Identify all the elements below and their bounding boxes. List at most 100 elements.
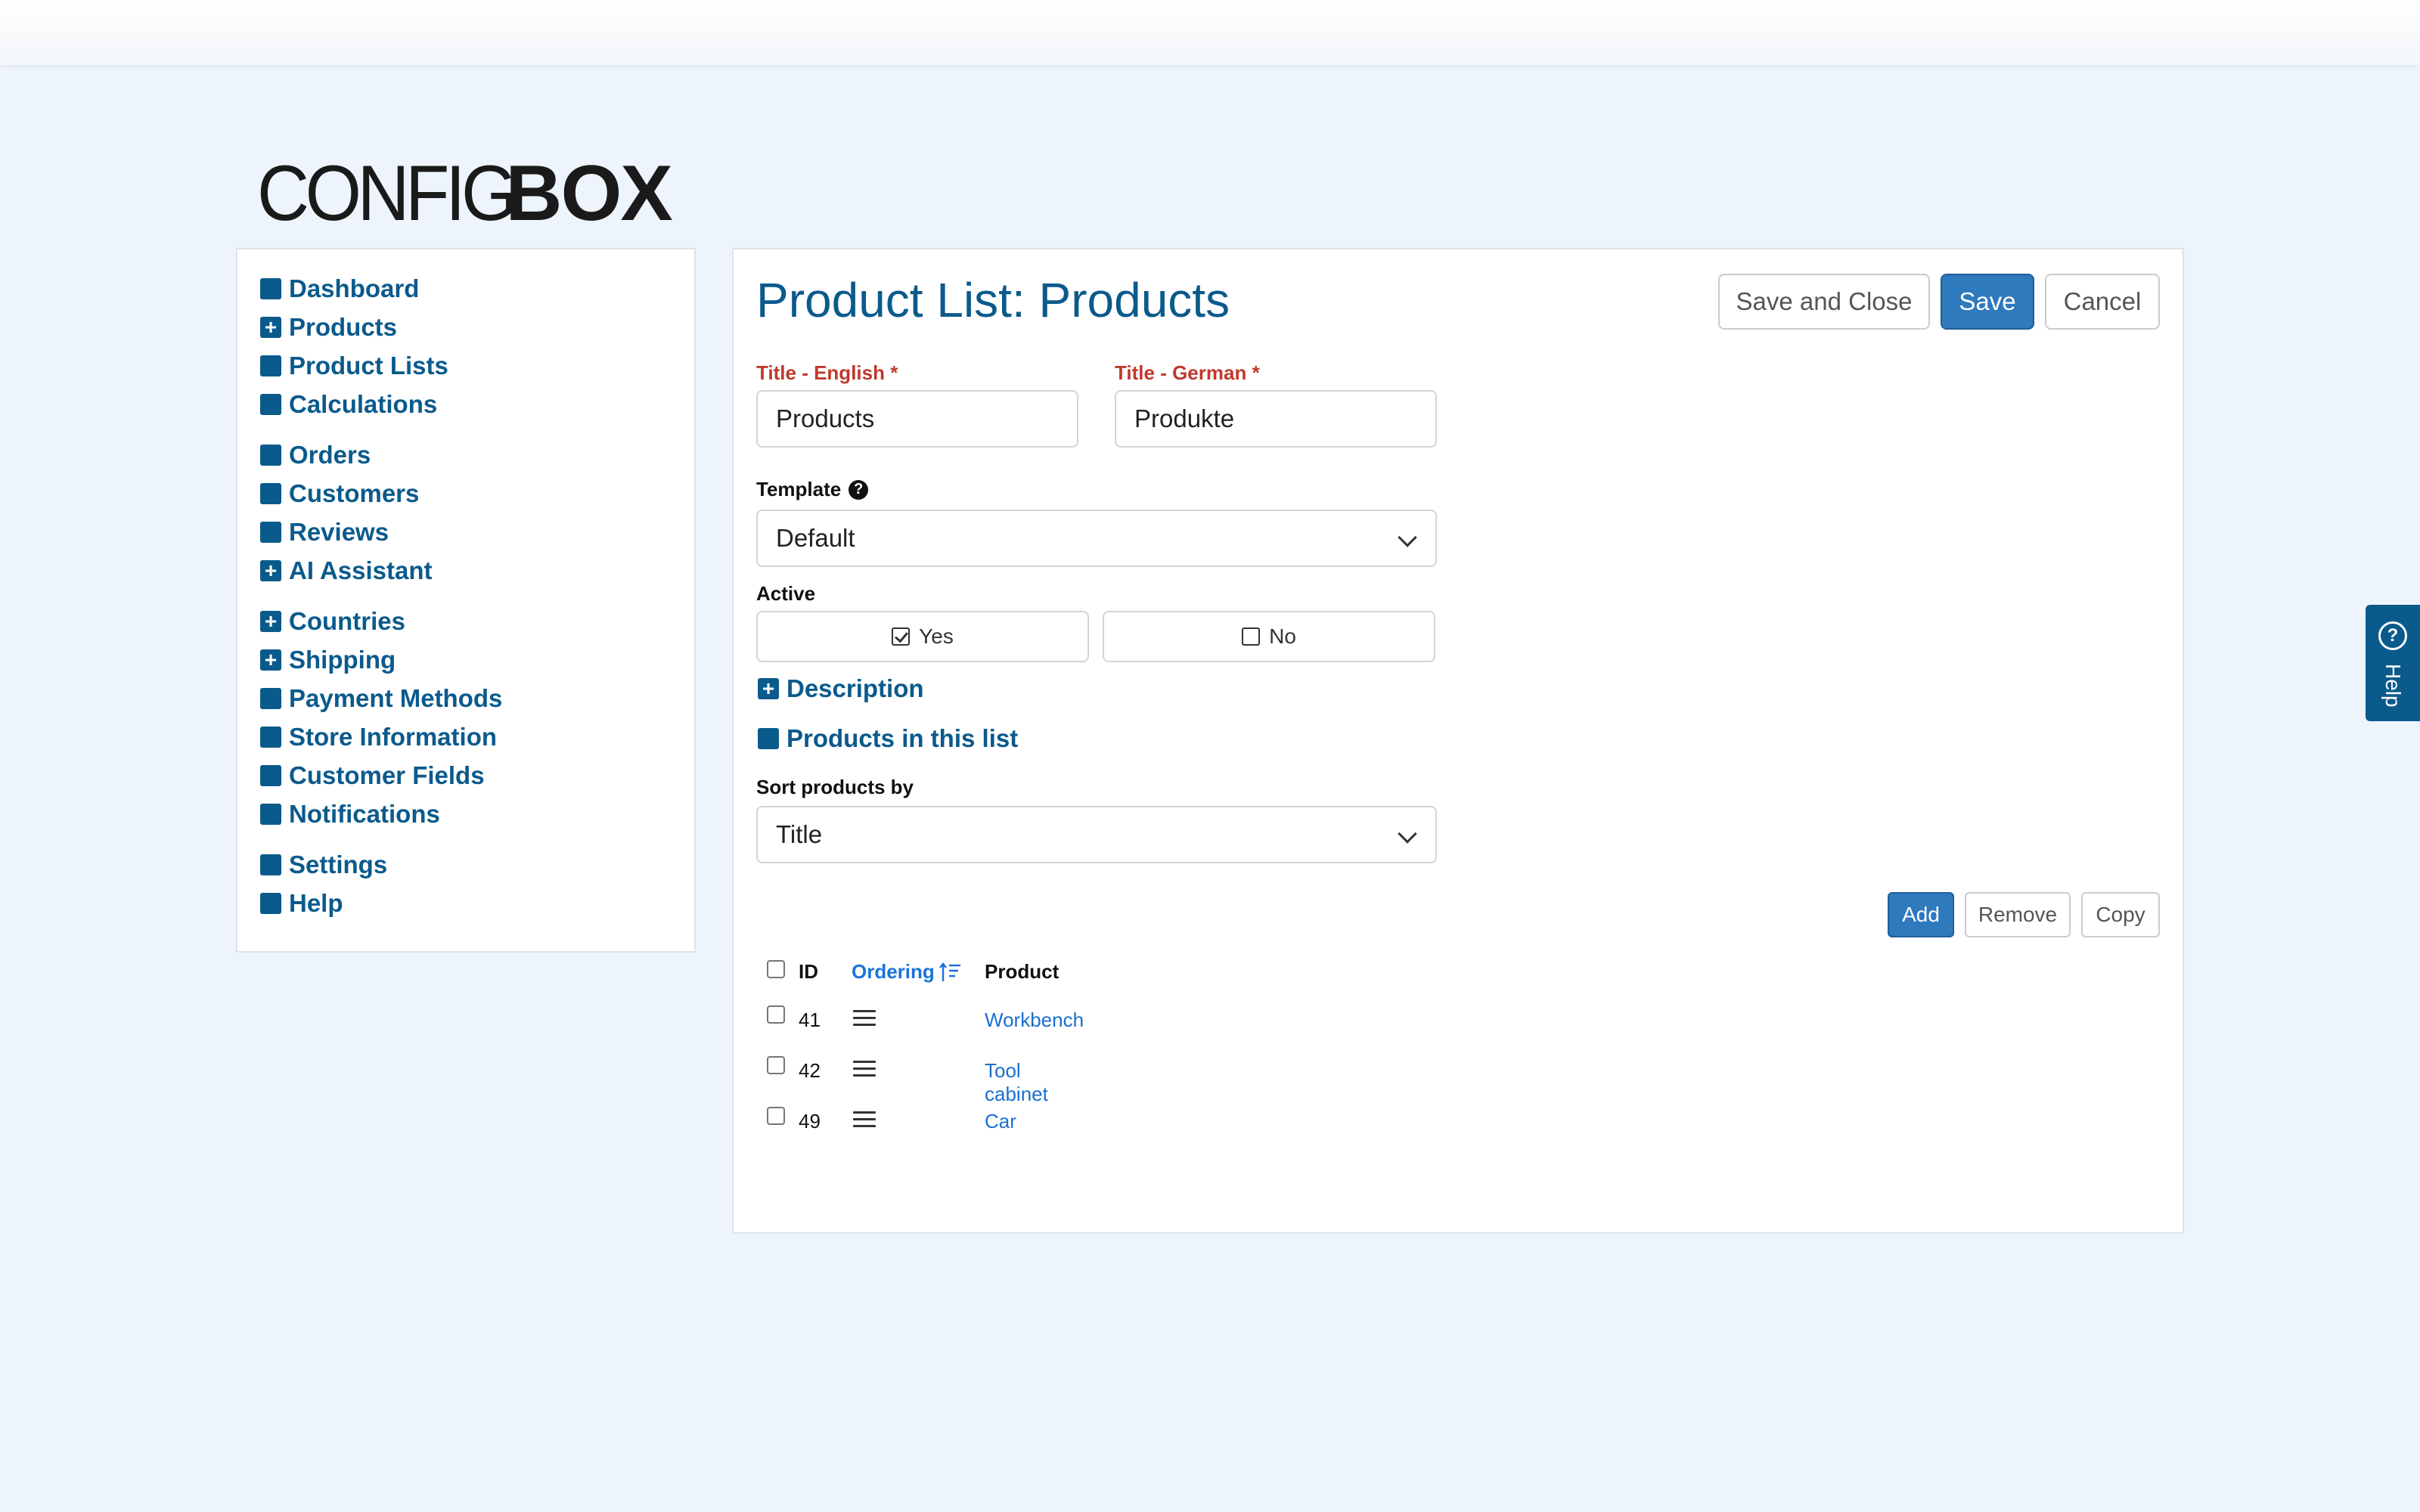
- ordering-column-header[interactable]: Ordering: [852, 960, 962, 984]
- sidebar-item-notifications[interactable]: Notifications: [237, 795, 694, 833]
- square-icon: [260, 854, 281, 875]
- sidebar-item-shipping[interactable]: + Shipping: [237, 640, 694, 679]
- sidebar-item-label: Products: [289, 312, 398, 341]
- template-label: Template ?: [756, 478, 869, 501]
- remove-product-button[interactable]: Remove: [1965, 892, 2071, 937]
- row-product-link[interactable]: Workbench: [985, 1009, 1084, 1032]
- plus-expand-icon: +: [260, 559, 281, 581]
- row-id: 49: [799, 1110, 821, 1132]
- sidebar-item-store-information[interactable]: Store Information: [237, 717, 694, 756]
- drag-handle-icon[interactable]: [853, 1010, 876, 1027]
- square-icon: [260, 277, 281, 299]
- sidebar-item-label: AI Assistant: [289, 556, 433, 584]
- sidebar-group: + Countries + Shipping Payment Methods Store …: [237, 590, 694, 833]
- copy-product-button[interactable]: Copy: [2081, 892, 2160, 937]
- sidebar-item-product-lists[interactable]: Product Lists: [237, 346, 694, 385]
- help-circle-icon: ?: [2378, 621, 2407, 650]
- square-icon: [260, 393, 281, 415]
- page-title: Product List: Products: [756, 273, 1230, 327]
- help-side-tab[interactable]: ? Help: [2366, 605, 2420, 721]
- top-bar: [0, 0, 2420, 65]
- configbox-logo[interactable]: CONFIGBOX: [257, 148, 673, 239]
- active-yes-toggle[interactable]: Yes: [756, 611, 1089, 662]
- description-section-toggle[interactable]: + Description: [758, 674, 924, 703]
- row-product-link[interactable]: Car: [985, 1110, 1016, 1133]
- sidebar-item-payment-methods[interactable]: Payment Methods: [237, 679, 694, 717]
- sidebar-nav: Dashboard + Products Product Lists Calculati…: [236, 248, 696, 953]
- square-icon: [260, 726, 281, 748]
- checked-checkbox-icon: [892, 627, 911, 646]
- sidebar-item-label: Payment Methods: [289, 683, 503, 712]
- sidebar-item-label: Product Lists: [289, 351, 448, 380]
- active-label: Active: [756, 582, 816, 605]
- title-german-input[interactable]: Produkte: [1115, 390, 1437, 448]
- sidebar-item-dashboard[interactable]: Dashboard: [237, 269, 694, 308]
- sidebar-item-ai-assistant[interactable]: + AI Assistant: [237, 551, 694, 590]
- sidebar-item-label: Reviews: [289, 517, 389, 546]
- sidebar-item-label: Dashboard: [289, 274, 420, 302]
- drag-handle-icon[interactable]: [853, 1111, 876, 1128]
- sidebar-item-orders[interactable]: Orders: [237, 435, 694, 474]
- sidebar-item-label: Settings: [289, 850, 388, 878]
- row-select-checkbox[interactable]: [767, 1107, 785, 1125]
- square-icon: [260, 687, 281, 709]
- sidebar-item-reviews[interactable]: Reviews: [237, 513, 694, 551]
- template-select[interactable]: Default: [756, 510, 1437, 567]
- square-icon: [260, 892, 281, 914]
- sidebar-item-label: Countries: [289, 606, 406, 635]
- sort-products-select[interactable]: Title: [756, 806, 1437, 863]
- sidebar-item-products[interactable]: + Products: [237, 308, 694, 346]
- question-help-icon[interactable]: ?: [849, 479, 869, 500]
- sidebar-group: Orders Customers Reviews + AI Assistant: [237, 423, 694, 590]
- square-icon: [260, 803, 281, 825]
- add-product-button[interactable]: Add: [1888, 892, 1954, 937]
- sidebar-item-label: Store Information: [289, 722, 498, 751]
- plus-expand-icon: +: [260, 610, 281, 632]
- sidebar-item-settings[interactable]: Settings: [237, 845, 694, 884]
- title-english-input[interactable]: Products: [756, 390, 1078, 448]
- square-icon: [260, 482, 281, 504]
- product-column-header: Product: [985, 960, 1060, 983]
- sidebar-item-customer-fields[interactable]: Customer Fields: [237, 756, 694, 795]
- save-and-close-button[interactable]: Save and Close: [1718, 274, 1930, 330]
- title-english-label: Title - English *: [756, 361, 898, 384]
- row-select-checkbox[interactable]: [767, 1056, 785, 1074]
- chevron-down-icon: [1398, 824, 1417, 844]
- drag-handle-icon[interactable]: [853, 1061, 876, 1077]
- row-id: 42: [799, 1059, 821, 1082]
- sidebar-item-label: Customer Fields: [289, 761, 485, 789]
- plus-expand-icon: +: [260, 316, 281, 338]
- square-icon: [260, 444, 281, 466]
- products-in-list-section-toggle[interactable]: Products in this list: [758, 724, 1018, 753]
- plus-expand-icon: +: [260, 649, 281, 671]
- square-icon: [260, 764, 281, 786]
- row-select-checkbox[interactable]: [767, 1005, 785, 1024]
- sidebar-group: Dashboard + Products Product Lists Calculati…: [237, 249, 694, 423]
- select-all-checkbox[interactable]: [767, 960, 785, 978]
- sidebar-group: Settings Help: [237, 833, 694, 922]
- sort-products-label: Sort products by: [756, 776, 914, 798]
- plus-expand-icon: +: [758, 678, 779, 699]
- sidebar-item-label: Shipping: [289, 645, 396, 674]
- unchecked-checkbox-icon: [1242, 627, 1261, 646]
- save-button[interactable]: Save: [1941, 274, 2034, 330]
- sidebar-item-label: Help: [289, 888, 343, 917]
- sidebar-item-label: Customers: [289, 479, 420, 507]
- square-icon: [758, 728, 779, 749]
- id-column-header: ID: [799, 960, 818, 983]
- chevron-down-icon: [1398, 528, 1417, 547]
- sidebar-item-help[interactable]: Help: [237, 884, 694, 922]
- square-icon: [260, 355, 281, 376]
- row-id: 41: [799, 1009, 821, 1031]
- sidebar-item-countries[interactable]: + Countries: [237, 602, 694, 640]
- sidebar-item-calculations[interactable]: Calculations: [237, 385, 694, 423]
- cancel-button[interactable]: Cancel: [2045, 274, 2160, 330]
- sidebar-item-label: Notifications: [289, 799, 440, 828]
- active-no-toggle[interactable]: No: [1103, 611, 1435, 662]
- row-product-link[interactable]: Tool cabinet: [985, 1059, 1048, 1106]
- sidebar-item-label: Orders: [289, 440, 371, 469]
- square-icon: [260, 521, 281, 543]
- main-panel: Product List: Products Save and Close Sa…: [732, 248, 2184, 1234]
- sidebar-item-label: Calculations: [289, 389, 438, 418]
- sidebar-item-customers[interactable]: Customers: [237, 474, 694, 513]
